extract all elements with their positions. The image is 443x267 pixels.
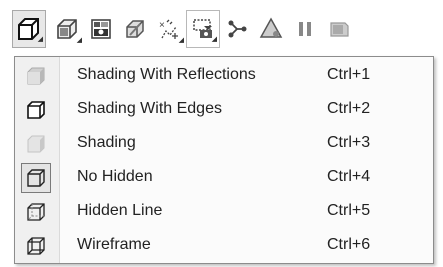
view-settings-icon[interactable]: ◢	[186, 10, 220, 48]
display-style-menu: Shading With Reflections Ctrl+1 Shading …	[14, 56, 434, 264]
pause-icon[interactable]	[288, 10, 322, 48]
sketch-relations-icon[interactable]	[220, 10, 254, 48]
hide-show-items-icon[interactable]: × ◢	[152, 10, 186, 48]
menu-item-label: Shading With Reflections	[77, 66, 256, 83]
menu-item-shortcut: Ctrl+4	[327, 168, 371, 185]
menu-item-label: Hidden Line	[77, 202, 163, 219]
render-tools-icon[interactable]	[84, 10, 118, 48]
menu-item-shading-with-edges[interactable]: Shading With Edges Ctrl+2	[15, 93, 433, 127]
menu-item-shading[interactable]: Shading Ctrl+3	[15, 127, 433, 161]
menu-item-shortcut: Ctrl+6	[327, 236, 371, 253]
hidden-lines-visible-icon	[21, 197, 51, 227]
menu-item-shortcut: Ctrl+1	[327, 66, 371, 83]
scene-icon[interactable]	[322, 10, 356, 48]
menu-item-label: No Hidden	[77, 168, 153, 185]
menu-item-shortcut: Ctrl+5	[327, 202, 371, 219]
view-orientation-icon[interactable]: ◢	[50, 10, 84, 48]
menu-item-label: Shading	[77, 134, 136, 151]
wireframe-icon	[21, 231, 51, 261]
svg-text:×: ×	[159, 20, 165, 31]
menu-item-hidden-line[interactable]: Hidden Line Ctrl+5	[15, 195, 433, 229]
menu-item-no-hidden[interactable]: No Hidden Ctrl+4	[15, 161, 433, 195]
display-style-icon[interactable]: ◢	[12, 10, 46, 48]
menu-item-shortcut: Ctrl+2	[327, 100, 371, 117]
menu-item-shading-with-reflections[interactable]: Shading With Reflections Ctrl+1	[15, 59, 433, 93]
menu-item-shortcut: Ctrl+3	[327, 134, 371, 151]
menu-item-label: Wireframe	[77, 236, 151, 253]
shaded-reflections-icon	[21, 61, 51, 91]
menu-item-label: Shading With Edges	[77, 100, 222, 117]
view-toolbar: ◢ ◢ × ◢ ◢	[0, 0, 443, 56]
menu-item-wireframe[interactable]: Wireframe Ctrl+6	[15, 229, 433, 263]
hidden-removed-icon	[21, 163, 51, 193]
shaded-edges-icon	[21, 95, 51, 125]
section-view-icon[interactable]	[118, 10, 152, 48]
appearance-icon[interactable]	[254, 10, 288, 48]
shaded-icon	[21, 129, 51, 159]
